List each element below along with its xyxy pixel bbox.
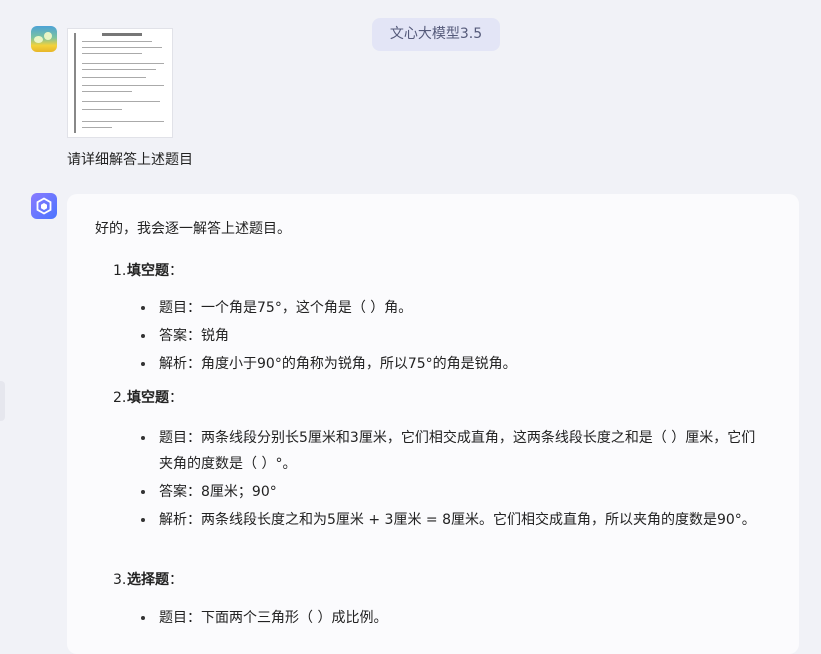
- user-message-text: 请详细解答上述题目: [67, 152, 193, 168]
- section-3-bullet-question: 题目：下面两个三角形（ ）成比例。: [141, 605, 761, 631]
- section-2-bullet-explanation: 解析：两条线段长度之和为5厘米 + 3厘米 = 8厘米。它们相交成直角，所以夹角…: [141, 507, 761, 533]
- bot-avatar-icon: [31, 193, 57, 219]
- section-2-bullet-question: 题目：两条线段分别长5厘米和3厘米，它们相交成直角，这两条线段长度之和是（ ）厘…: [141, 425, 761, 477]
- section-2-heading: 2.填空题：: [113, 390, 183, 406]
- model-version-tag[interactable]: 文心大模型3.5: [372, 18, 500, 51]
- section-1-bullet-question: 题目：一个角是75°，这个角是（ ）角。: [141, 295, 761, 321]
- cube-logo-icon: [36, 197, 52, 215]
- section-1-heading: 1.填空题：: [113, 263, 183, 279]
- section-2-bullet-answer: 答案：8厘米；90°: [141, 479, 761, 505]
- answer-intro: 好的，我会逐一解答上述题目。: [95, 221, 291, 237]
- user-avatar-icon: [31, 26, 57, 52]
- side-panel-handle[interactable]: [0, 381, 5, 421]
- attached-exam-image[interactable]: [67, 28, 173, 138]
- section-3-heading: 3.选择题：: [113, 572, 183, 588]
- answer-card: 好的，我会逐一解答上述题目。 1.填空题： 题目：一个角是75°，这个角是（ ）…: [67, 194, 799, 654]
- section-1-bullet-answer: 答案：锐角: [141, 323, 761, 349]
- section-1-bullet-explanation: 解析：角度小于90°的角称为锐角，所以75°的角是锐角。: [141, 351, 761, 377]
